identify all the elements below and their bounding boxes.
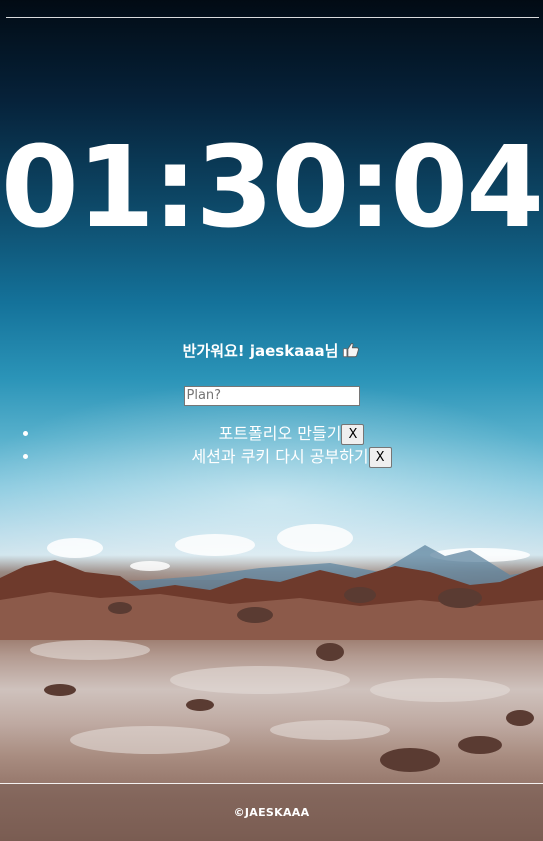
greeting-text: 반가워요! jaeskaaa님 [182,342,339,360]
todo-item: 포트폴리오 만들기X [40,422,543,445]
todo-item-text: 포트폴리오 만들기 [218,424,342,443]
delete-todo-button[interactable]: X [341,424,365,445]
todo-list: 포트폴리오 만들기X 세션과 쿠키 다시 공부하기X [0,422,543,468]
todo-item: 세션과 쿠키 다시 공부하기X [40,445,543,468]
thumbs-up-icon [343,343,360,358]
footer-copyright: ©JAESKAAA [233,806,310,819]
plan-form [0,384,543,406]
clock-display: 01:30:04 [0,123,543,253]
delete-todo-button[interactable]: X [368,447,392,468]
top-divider [6,17,539,18]
greeting: 반가워요! jaeskaaa님 [0,340,543,362]
plan-input[interactable] [183,385,360,406]
todo-item-text: 세션과 쿠키 다시 공부하기 [191,447,369,466]
footer-divider [0,783,543,784]
